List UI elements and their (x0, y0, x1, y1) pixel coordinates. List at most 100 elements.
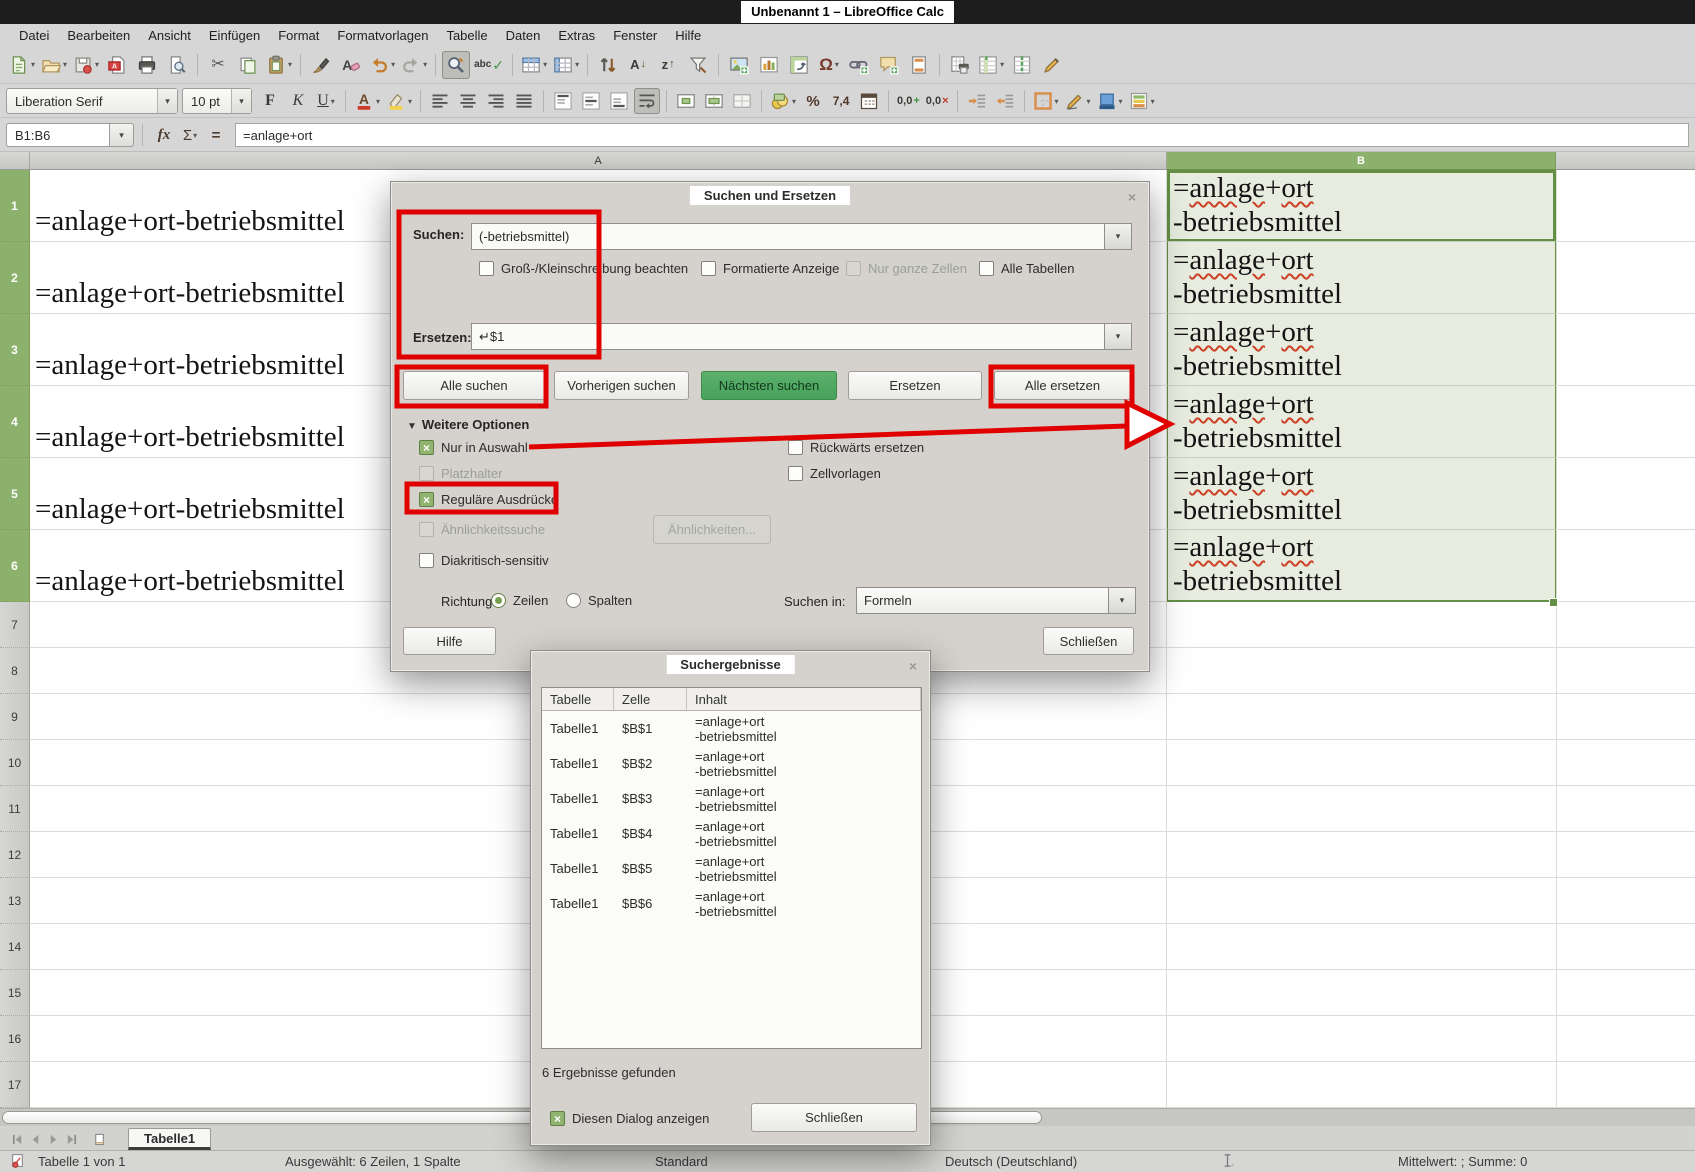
row-header-14[interactable]: 14 (0, 924, 30, 970)
row-header-15[interactable]: 15 (0, 970, 30, 1016)
nächsten-suchen-button[interactable]: Nächsten suchen (701, 371, 837, 400)
name-box-dropdown-button[interactable]: ▾ (110, 123, 134, 147)
close-button[interactable]: Schließen (751, 1103, 917, 1132)
row-header-10[interactable]: 10 (0, 740, 30, 786)
dropdown-arrow-icon[interactable]: ▾ (1087, 97, 1091, 106)
more-options-toggle[interactable]: ▼Weitere Optionen (407, 417, 529, 432)
dropdown-arrow-icon[interactable]: ▾ (63, 60, 67, 69)
cell-next-15[interactable] (1556, 970, 1695, 1016)
result-row-b6[interactable]: Tabelle1$B$6=anlage+ort-betriebsmittel (542, 886, 921, 921)
cell-b17[interactable] (1167, 1062, 1556, 1108)
cell-b13[interactable] (1167, 878, 1556, 924)
underline-button[interactable]: U▾ (313, 88, 339, 114)
insert-column-button[interactable]: ▾ (551, 51, 581, 79)
menu-einfügen[interactable]: Einfügen (200, 27, 269, 44)
merge-center-button[interactable] (673, 88, 699, 114)
dropdown-arrow-icon[interactable]: ▾ (408, 97, 412, 106)
insert-pivot-table-button[interactable] (785, 51, 813, 79)
result-row-b3[interactable]: Tabelle1$B$3=anlage+ort-betriebsmittel (542, 781, 921, 816)
print-preview-button[interactable] (163, 51, 191, 79)
dropdown-arrow-icon[interactable]: ▾ (331, 97, 335, 106)
similarities-button[interactable]: Ähnlichkeiten... (653, 515, 771, 544)
cell-b6[interactable]: =anlage+ort-betriebsmittel (1167, 530, 1556, 602)
cell-b3[interactable]: =anlage+ort-betriebsmittel (1167, 314, 1556, 386)
wrap-text-button[interactable] (634, 88, 660, 114)
column-header-b[interactable]: B (1167, 152, 1556, 170)
row-header-17[interactable]: 17 (0, 1062, 30, 1108)
special-character-button[interactable]: Ω▾ (815, 51, 843, 79)
document-modified-icon[interactable] (10, 1153, 25, 1171)
select-all-corner[interactable] (0, 152, 30, 170)
font-size-select[interactable]: 10 pt ▾ (182, 88, 252, 114)
find-replace-button[interactable] (442, 51, 470, 79)
direction-radio-spalten[interactable]: Spalten (566, 593, 632, 608)
cell-next-9[interactable] (1556, 694, 1695, 740)
date-button[interactable] (856, 88, 882, 114)
language[interactable]: Deutsch (Deutschland) (945, 1154, 1077, 1169)
ersetzen-button[interactable]: Ersetzen (848, 371, 982, 400)
row-header-2[interactable]: 2 (0, 242, 30, 314)
function-wizard-button[interactable]: fx (151, 122, 177, 148)
search-dropdown-button[interactable]: ▾ (1105, 223, 1132, 250)
split-window-button[interactable] (1008, 51, 1036, 79)
currency-button[interactable]: ▾ (768, 88, 798, 114)
dropdown-arrow-icon[interactable]: ▾ (376, 97, 380, 106)
dropdown-arrow-icon[interactable]: ▾ (1000, 60, 1004, 69)
highlight-color-button[interactable]: ▾ (384, 88, 414, 114)
menu-formatvorlagen[interactable]: Formatvorlagen (328, 27, 437, 44)
search-input[interactable]: (-betriebsmittel) (471, 223, 1105, 250)
formula-button[interactable]: = (203, 122, 229, 148)
align-right-button[interactable] (483, 88, 509, 114)
dropdown-arrow-icon[interactable]: ▾ (835, 60, 839, 69)
freeze-panes-button[interactable]: ▾ (976, 51, 1006, 79)
font-color-button[interactable]: A▾ (352, 88, 382, 114)
print-area-button[interactable] (946, 51, 974, 79)
sum-button[interactable]: Σ▾ (177, 122, 203, 148)
option-zellvorlagen[interactable]: Zellvorlagen (788, 466, 881, 481)
cell-next-2[interactable] (1556, 242, 1695, 314)
column-header-next[interactable] (1556, 152, 1695, 170)
cell-b11[interactable] (1167, 786, 1556, 832)
search-in-select[interactable]: Formeln ▾ (856, 587, 1136, 614)
sort-descending-button[interactable]: z↑ (654, 51, 682, 79)
alle-ersetzen-button[interactable]: Alle ersetzen (994, 371, 1131, 400)
cell-next-4[interactable] (1556, 386, 1695, 458)
insert-chart-button[interactable] (755, 51, 783, 79)
direction-radio-zeilen[interactable]: Zeilen (491, 593, 548, 608)
cell-b9[interactable] (1167, 694, 1556, 740)
cell-b14[interactable] (1167, 924, 1556, 970)
previous-sheet-icon[interactable] (26, 1130, 44, 1148)
conditional-formatting-button[interactable]: ▾ (1127, 88, 1157, 114)
row-header-3[interactable]: 3 (0, 314, 30, 386)
menu-extras[interactable]: Extras (549, 27, 604, 44)
insert-comment-button[interactable] (875, 51, 903, 79)
autofilter-button[interactable] (684, 51, 712, 79)
cell-next-1[interactable] (1556, 170, 1695, 242)
borders-button[interactable]: ▾ (1031, 88, 1061, 114)
redo-button[interactable]: ▾ (399, 51, 429, 79)
name-box[interactable]: B1:B6 (6, 123, 110, 147)
row-header-9[interactable]: 9 (0, 694, 30, 740)
center-vertically-button[interactable] (578, 88, 604, 114)
clone-formatting-button[interactable] (307, 51, 335, 79)
cell-next-7[interactable] (1556, 602, 1695, 648)
menu-daten[interactable]: Daten (497, 27, 550, 44)
increase-indent-button[interactable] (964, 88, 990, 114)
result-row-b1[interactable]: Tabelle1$B$1=anlage+ort-betriebsmittel (542, 711, 921, 746)
search-combobox[interactable]: (-betriebsmittel) ▾ (471, 223, 1132, 250)
alle-suchen-button[interactable]: Alle suchen (403, 371, 545, 400)
menu-tabelle[interactable]: Tabelle (437, 27, 496, 44)
cell-b1[interactable]: =anlage+ort-betriebsmittel (1167, 170, 1556, 242)
background-color-button[interactable]: ▾ (1095, 88, 1125, 114)
row-header-12[interactable]: 12 (0, 832, 30, 878)
row-header-4[interactable]: 4 (0, 386, 30, 458)
cell-next-14[interactable] (1556, 924, 1695, 970)
number-button[interactable]: 7,4 (828, 88, 854, 114)
chevron-down-icon[interactable]: ▾ (1109, 587, 1136, 614)
insert-image-button[interactable] (725, 51, 753, 79)
replace-input[interactable]: ↵$1 (471, 323, 1105, 350)
dropdown-arrow-icon[interactable]: ▾ (1055, 97, 1059, 106)
option-rückwärts-ersetzen[interactable]: Rückwärts ersetzen (788, 440, 924, 455)
menu-bearbeiten[interactable]: Bearbeiten (58, 27, 139, 44)
cell-b2[interactable]: =anlage+ort-betriebsmittel (1167, 242, 1556, 314)
